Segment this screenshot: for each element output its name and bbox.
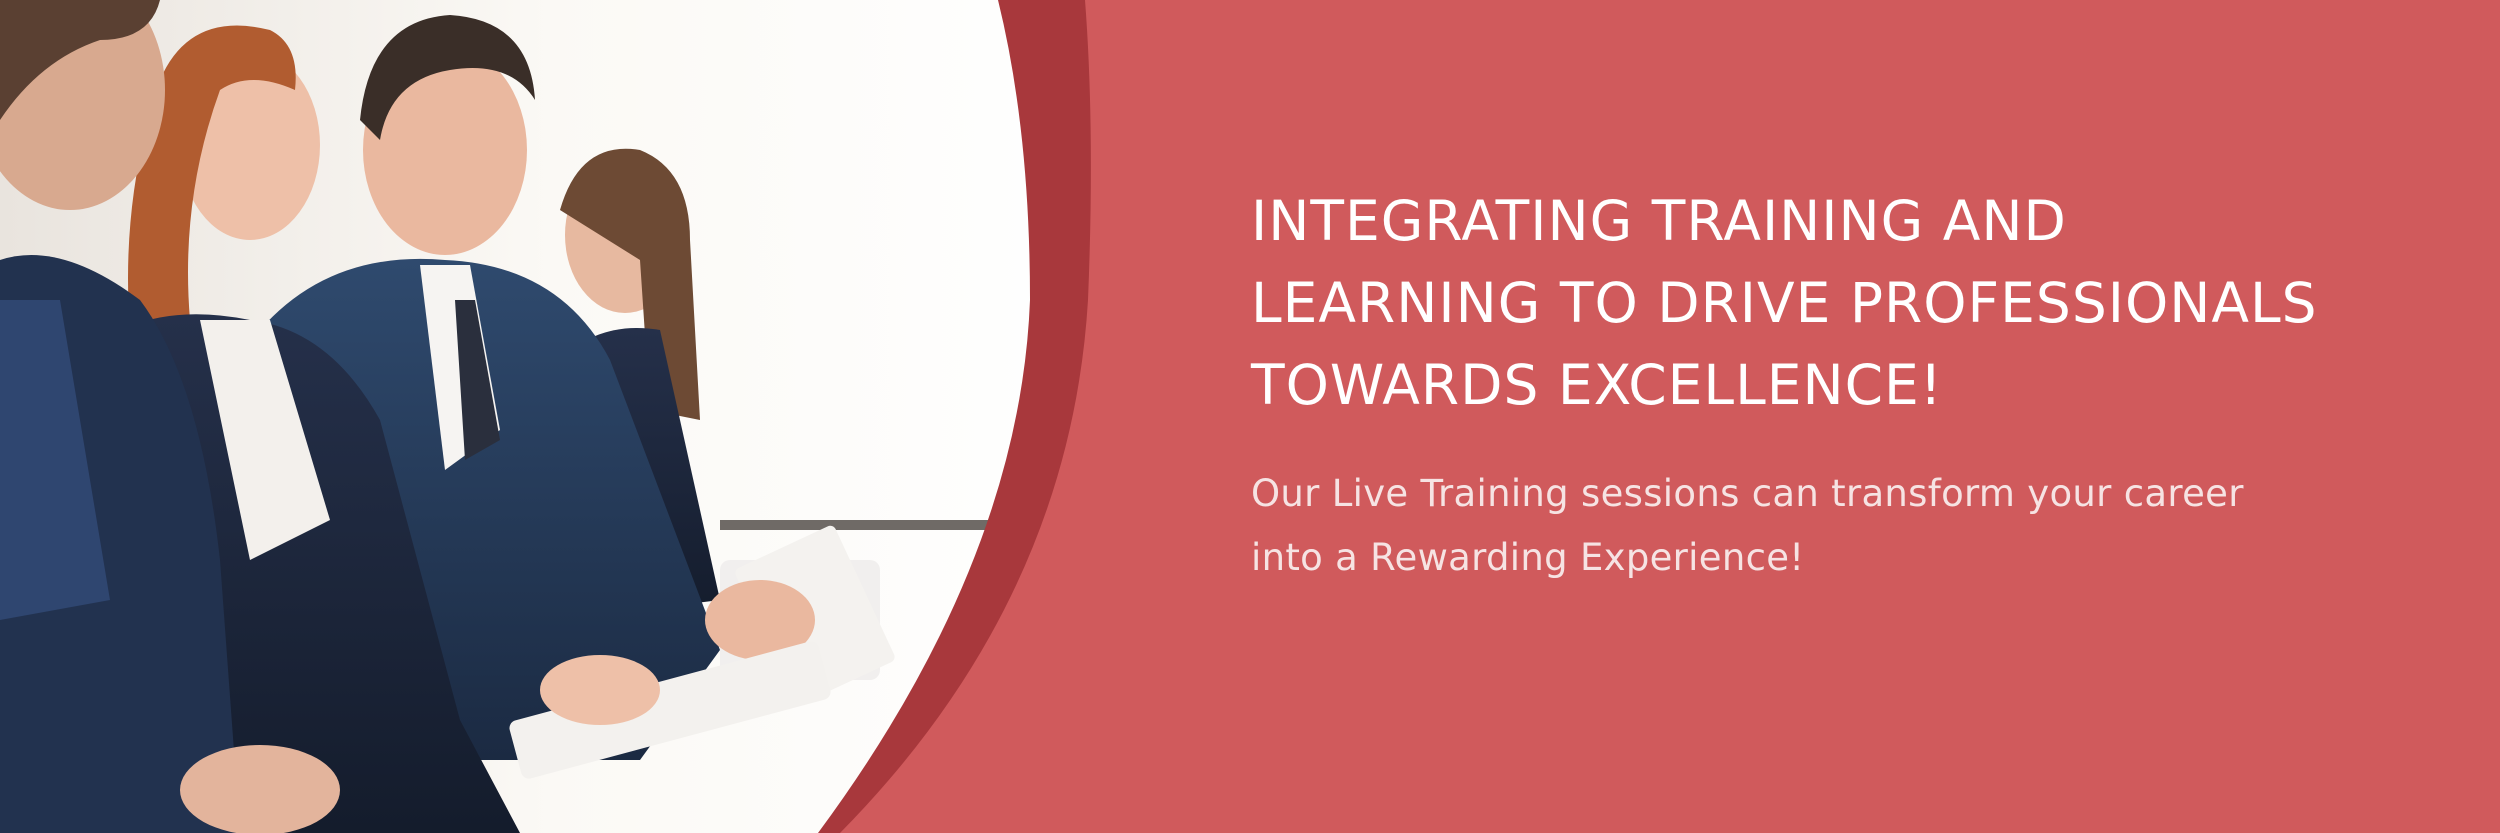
subtext-line: Our Live Training sessions can transform…: [1251, 472, 2244, 515]
headline-line: LEARNING TO DRIVE PROFESSIONALS: [1251, 271, 2318, 335]
hero-headline: INTEGRATING TRAINING AND LEARNING TO DRI…: [1251, 180, 2451, 426]
hero-copy: INTEGRATING TRAINING AND LEARNING TO DRI…: [1251, 180, 2451, 590]
subtext-line: into a Rewarding Experience!: [1251, 536, 1805, 579]
hero-subtext: Our Live Training sessions can transform…: [1251, 462, 2451, 590]
headline-line: INTEGRATING TRAINING AND: [1251, 189, 2067, 253]
headline-line: TOWARDS EXCELLENCE!: [1251, 353, 1943, 417]
hero-banner: INTEGRATING TRAINING AND LEARNING TO DRI…: [0, 0, 2500, 833]
